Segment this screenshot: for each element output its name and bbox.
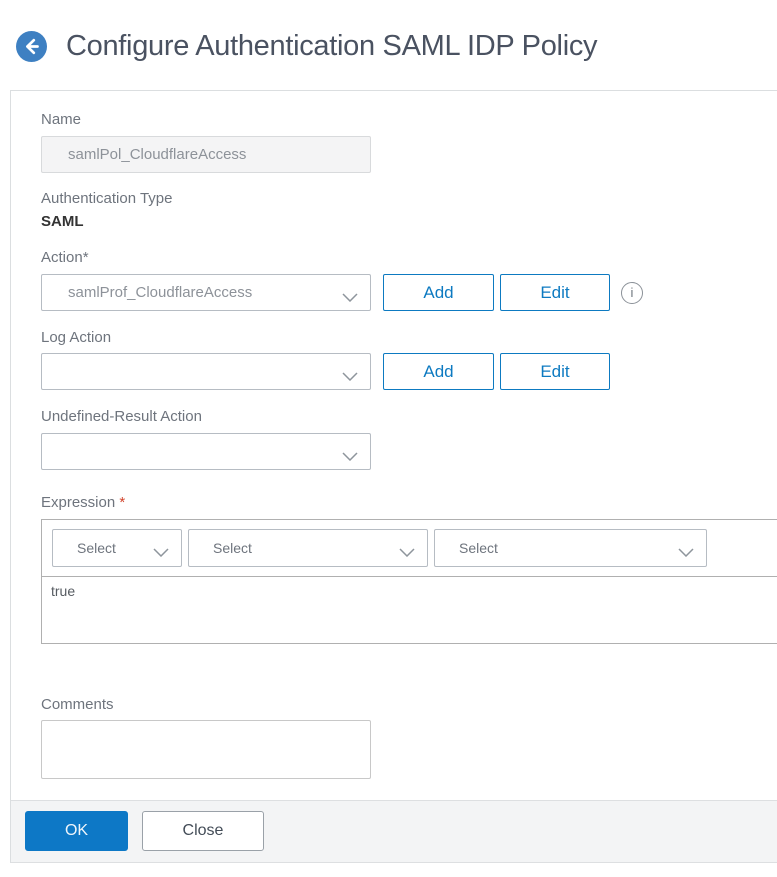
log-action-label: Log Action: [41, 329, 112, 346]
expression-select-2-value: Select: [213, 540, 252, 556]
undefined-result-action-label: Undefined-Result Action: [41, 408, 202, 425]
action-label: Action*: [41, 249, 89, 266]
action-add-button[interactable]: Add: [383, 274, 494, 311]
action-select-value: samlProf_CloudflareAccess: [68, 284, 253, 301]
log-action-edit-button[interactable]: Edit: [500, 353, 610, 390]
expression-select-3-value: Select: [459, 540, 498, 556]
close-button[interactable]: Close: [142, 811, 264, 851]
chevron-down-icon: [342, 448, 358, 461]
back-button[interactable]: [16, 31, 47, 62]
expression-select-1-value: Select: [77, 540, 116, 556]
expression-label: Expression *: [41, 494, 126, 511]
page-header: Configure Authentication SAML IDP Policy: [16, 30, 598, 63]
required-asterisk: *: [119, 494, 126, 511]
expression-toolbar: Select Select Select: [42, 520, 777, 576]
expression-select-1[interactable]: Select: [52, 529, 182, 567]
log-action-add-button[interactable]: Add: [383, 353, 494, 390]
expression-select-2[interactable]: Select: [188, 529, 428, 567]
action-edit-button[interactable]: Edit: [500, 274, 610, 311]
ok-button[interactable]: OK: [25, 811, 128, 851]
comments-label: Comments: [41, 696, 114, 713]
action-select[interactable]: samlProf_CloudflareAccess: [41, 274, 371, 311]
auth-type-value: SAML: [41, 213, 84, 230]
auth-type-label: Authentication Type: [41, 190, 173, 207]
comments-textarea[interactable]: [41, 720, 371, 779]
expression-textarea[interactable]: true: [42, 576, 777, 643]
name-label: Name: [41, 111, 82, 128]
arrow-left-circle-icon: [16, 31, 47, 65]
info-icon[interactable]: i: [621, 281, 643, 304]
footer-bar: OK Close: [11, 800, 777, 863]
log-action-select[interactable]: [41, 353, 371, 390]
page-title: Configure Authentication SAML IDP Policy: [66, 30, 598, 62]
undefined-result-action-select[interactable]: [41, 433, 371, 470]
form-panel: Name Authentication Type SAML Action* sa…: [10, 90, 777, 863]
chevron-down-icon: [342, 368, 358, 381]
expression-select-3[interactable]: Select: [434, 529, 707, 567]
expression-editor: Select Select Select true: [41, 519, 777, 644]
name-field: [41, 136, 371, 173]
